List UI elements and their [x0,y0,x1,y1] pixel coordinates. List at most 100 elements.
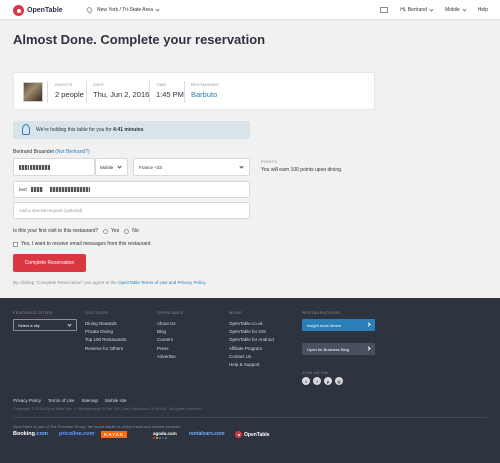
complete-reservation-button[interactable]: Complete Reservation [13,254,86,272]
footer-link[interactable]: Top 100 Restaurants [85,337,127,342]
opentable-brand-logo[interactable]: OpenTable [235,431,269,438]
terms-prefix: By clicking “Complete Reservation” you a… [13,280,119,285]
reservation-summary: GUESTS 2 people DATE Thu, Jun 2, 2016 TI… [13,72,375,110]
restaurant-link[interactable]: Barbuto [191,90,220,99]
footer-link[interactable]: Dining Rewards [85,321,127,326]
footer-link[interactable]: Help & Support [229,362,274,367]
redacted-text [19,165,29,171]
booking-logo[interactable]: Booking.com [13,431,48,437]
location-pin-icon [85,6,94,14]
time-label: TIME [156,82,167,87]
footer-link[interactable]: Affiliate Program [229,346,274,351]
special-request-field[interactable]: Add a special request (optional) [13,202,250,219]
restaurant-label: RESTAURANT [191,82,220,87]
page-title: Almost Done. Complete your reservation [13,32,266,47]
kayak-logo[interactable]: KAYAK [101,431,128,438]
account-menu[interactable]: Hi, Bertrand [400,6,434,13]
privacy-policy-link[interactable]: Privacy Policy [13,398,41,403]
opentable-heading: OPENTABLE [157,310,184,315]
logo-text: OpenTable [27,7,63,14]
opentable-logo[interactable]: OpenTable [13,5,63,16]
footer-link[interactable]: Blog [157,329,176,334]
email-optin-checkbox[interactable] [13,241,18,247]
pinterest-icon[interactable]: p [324,377,332,385]
points-text: You will earn 100 points upon dining. [261,167,343,173]
business-blog-label: Open for Business Blog [307,346,350,352]
not-you-link[interactable]: (Not Bertrand?) [55,149,89,155]
help-link[interactable]: Help [478,7,488,13]
mobile-label: Mobile [444,7,460,13]
email-value-prefix: bert [19,187,27,192]
terms-of-use-link[interactable]: Terms of Use [48,398,75,403]
redacted-text [50,187,91,193]
footer-link[interactable]: Reserve for Others [85,346,127,351]
footer-link[interactable]: Private Dining [85,329,127,334]
agoda-logo[interactable]: agoda.com [153,431,177,436]
insight-diners-label: Insight more diners [307,322,342,328]
booking-suffix: .com [35,431,48,437]
restaurateurs-heading: RESTAURATEURS [302,310,341,315]
twitter-icon[interactable]: t [302,377,310,385]
divider [47,81,48,103]
mobile-menu[interactable]: Mobile [444,6,467,13]
insight-diners-button[interactable]: Insight more diners [302,319,375,331]
greeting-label: Hi, Bertrand [400,7,427,13]
timer-icon [22,124,30,135]
first-visit-no-radio[interactable] [124,228,130,234]
mobile-site-link[interactable]: Mobile site [105,398,127,403]
yes-label[interactable]: Yes [111,228,119,234]
terms-link[interactable]: OpenTable Terms of Use and Privacy Polic… [118,280,206,285]
country-code-select[interactable]: France +33 [133,158,250,176]
table-hold-notice: We're holding this table for you for 4:4… [13,121,250,139]
time-summary: TIME 1:45 PM [156,82,184,99]
first-visit-yes-radio[interactable] [103,228,109,234]
footer-link[interactable]: OpenTable for iOS [229,329,274,334]
divider [184,81,185,103]
date-value: Thu, Jun 2, 2016 [93,90,150,99]
phone-number-field[interactable] [13,158,95,176]
city-select[interactable]: Select a city [13,319,77,331]
brand-logos: Booking.com priceline.com KAYAK agoda.co… [13,431,313,441]
chevron-down-icon [462,6,467,12]
location-label: New York / Tri-State Area [97,7,153,13]
restaurant-summary: RESTAURANT Barbuto [191,82,220,99]
business-blog-button[interactable]: Open for Business Blog [302,343,375,355]
phone-type-select[interactable]: Mobile [95,158,128,176]
chevron-right-icon [366,322,371,327]
more-heading: MORE [229,310,243,315]
footer-link[interactable]: Contact Us [229,354,274,359]
top-navigation-bar: OpenTable New York / Tri-State Area Hi, … [0,0,500,20]
instagram-icon[interactable]: ◎ [335,377,343,385]
sitemap-link[interactable]: Sitemap [82,398,99,403]
date-label: DATE [93,82,105,87]
footer-link[interactable]: Careers [157,337,176,342]
more-links: OpenTable.co.uk OpenTable for iOS OpenTa… [229,321,274,370]
facebook-icon[interactable]: f [313,377,321,385]
footer-divider [13,417,487,418]
date-summary: DATE Thu, Jun 2, 2016 [93,82,149,99]
guests-summary: GUESTS 2 people [55,82,84,99]
phone-type-value: Mobile [100,165,114,170]
email-optin[interactable]: Yes, I want to receive email messages fr… [13,241,152,247]
chevron-right-icon [366,346,371,351]
hold-notice-prefix: We're holding this table for you for [36,127,114,133]
email-field[interactable]: bert [13,181,250,198]
chevron-down-icon [239,164,244,169]
divider [86,81,87,103]
restaurant-thumbnail [23,82,43,102]
footer-link[interactable]: Advertise [157,354,176,359]
priceline-logo[interactable]: priceline.com [59,431,94,437]
footer-link[interactable]: About Us [157,321,176,326]
footer-link[interactable]: OpenTable.co.uk [229,321,274,326]
no-label[interactable]: No [132,228,138,234]
country-code-value: France +33 [139,165,162,170]
opentable-logo-icon [13,5,24,16]
diner-info: Bertrand Bruandet (Not Bertrand?) [13,149,90,155]
chevron-down-icon [117,164,122,169]
email-optin-label[interactable]: Yes, I want to receive email messages fr… [21,241,152,247]
mail-icon[interactable] [380,7,389,13]
footer-link[interactable]: Press [157,346,176,351]
location-selector[interactable]: New York / Tri-State Area [85,6,160,14]
footer-link[interactable]: OpenTable for Android [229,337,274,342]
rentalcars-logo[interactable]: rentalcars.com [189,431,225,437]
